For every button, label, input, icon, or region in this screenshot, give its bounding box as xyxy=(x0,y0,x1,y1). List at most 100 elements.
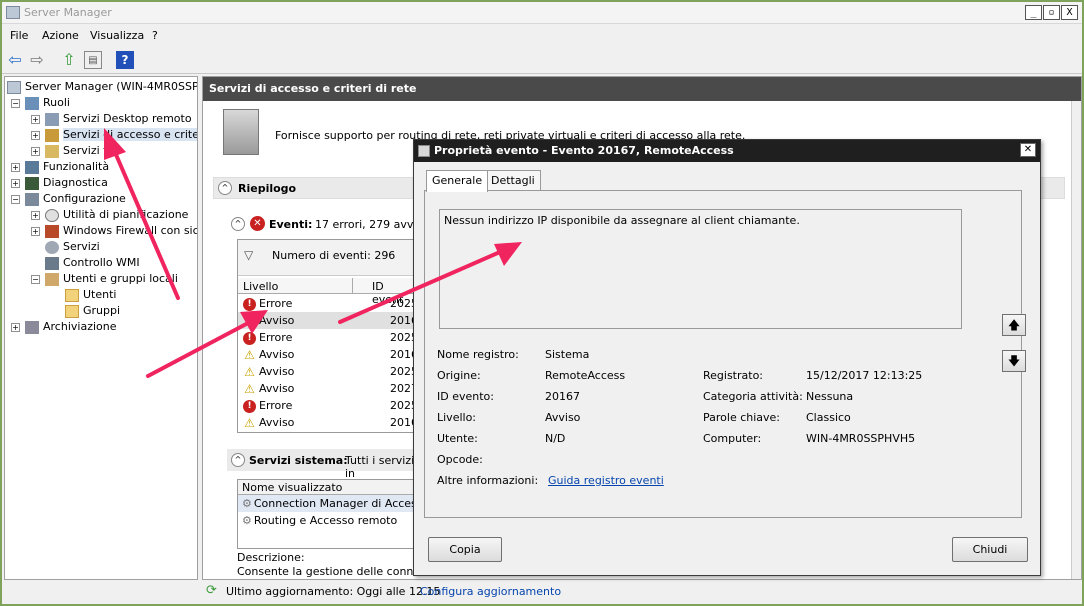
up-folder-icon[interactable]: ⇧ xyxy=(60,51,78,69)
collapse-services-icon[interactable]: ^ xyxy=(231,453,245,467)
tree-item-configurazione[interactable]: − Configurazione xyxy=(11,191,126,207)
tree-item-diagnostica[interactable]: + Diagnostica xyxy=(11,175,108,191)
menu-azione[interactable]: Azione xyxy=(42,29,79,42)
expand-icon[interactable]: + xyxy=(11,162,20,172)
col-livello[interactable]: Livello xyxy=(243,280,278,293)
event-row[interactable]: ⚠ Avviso 2027 xyxy=(238,380,418,397)
help-icon[interactable]: ? xyxy=(116,51,134,69)
tree-item-funzionalita[interactable]: + Funzionalità xyxy=(11,159,109,175)
tree-item-archiviazione[interactable]: + Archiviazione xyxy=(11,319,117,335)
events-title: Eventi: xyxy=(269,218,313,231)
collapse-section-icon[interactable]: ^ xyxy=(218,181,232,195)
dialog-title-bar: Proprietà evento - Evento 20167, RemoteA… xyxy=(414,140,1040,162)
tree-item-servizi[interactable]: Servizi xyxy=(45,239,100,255)
event-row[interactable]: ⚠ Avviso 2016 xyxy=(238,414,418,431)
remote-desktop-icon xyxy=(45,112,59,126)
event-level: Avviso xyxy=(259,365,295,378)
forward-arrow-icon[interactable]: ⇨ xyxy=(28,51,46,69)
service-row[interactable]: ⚙ Routing e Accesso remoto xyxy=(238,512,416,529)
tree-item-desktop-remoto[interactable]: + Servizi Desktop remoto xyxy=(31,111,192,127)
tree-item-utenti-gruppi[interactable]: − Utenti e gruppi locali xyxy=(31,271,178,287)
error-icon: ! xyxy=(243,399,256,413)
field-value: RemoteAccess xyxy=(545,369,626,382)
show-hide-tree-icon[interactable]: ▤ xyxy=(84,51,102,69)
minimize-button[interactable]: _ xyxy=(1025,5,1042,20)
expand-icon[interactable]: + xyxy=(11,178,20,188)
collapse-icon[interactable]: − xyxy=(11,194,20,204)
vertical-scrollbar[interactable] xyxy=(1071,101,1081,579)
previous-event-arrow-icon[interactable]: 🡅 xyxy=(1002,314,1026,336)
field-label: Opcode: xyxy=(437,453,483,466)
field-value: Avviso xyxy=(545,411,581,424)
diagnostics-icon xyxy=(25,176,39,190)
tree-item-servizi-file[interactable]: + Servizi fi xyxy=(31,143,110,159)
summary-title: Riepilogo xyxy=(238,182,297,195)
field-label: Utente: xyxy=(437,432,478,445)
event-row[interactable]: ⚠ Avviso 2016 xyxy=(238,312,418,329)
close-window-button[interactable]: X xyxy=(1061,5,1078,20)
clock-icon xyxy=(45,208,59,222)
tab-dettagli[interactable]: Dettagli xyxy=(485,170,541,191)
services-title: Servizi sistema: xyxy=(249,454,348,467)
window-title: Server Manager xyxy=(24,6,112,19)
event-row[interactable]: ⚠ Avviso 2025 xyxy=(238,363,418,380)
server-manager-icon xyxy=(6,6,20,19)
folder-icon xyxy=(65,304,79,318)
services-list: Nome visualizzato ⚙ Connection Manager di… xyxy=(237,479,429,549)
event-level: Avviso xyxy=(259,348,295,361)
expand-icon[interactable]: + xyxy=(31,210,40,220)
back-arrow-icon[interactable]: ⇦ xyxy=(6,51,24,69)
copy-button[interactable]: Copia xyxy=(428,537,502,562)
menu-file[interactable]: File xyxy=(10,29,28,42)
expand-icon[interactable]: + xyxy=(31,130,40,140)
tab-generale[interactable]: Generale xyxy=(426,170,489,192)
tree-item-ruoli[interactable]: − Ruoli xyxy=(11,95,70,111)
tree-item-server-manager[interactable]: Server Manager (WIN-4MR0SSPHVH xyxy=(7,79,197,95)
roles-icon xyxy=(25,96,39,110)
expand-icon[interactable]: + xyxy=(31,226,40,236)
field-label: Registrato: xyxy=(703,369,764,382)
collapse-icon[interactable]: − xyxy=(31,274,40,284)
field-label: Parole chiave: xyxy=(703,411,781,424)
expand-icon[interactable]: + xyxy=(11,322,20,332)
gear-icon: ⚙ xyxy=(242,497,252,510)
event-message[interactable]: Nessun indirizzo IP disponibile da asseg… xyxy=(439,209,962,329)
event-level: Errore xyxy=(259,331,293,344)
event-row[interactable]: ! Errore 2025 xyxy=(238,329,418,346)
next-event-arrow-icon[interactable]: 🡇 xyxy=(1002,350,1026,372)
tree-item-gruppi[interactable]: Gruppi xyxy=(65,303,120,319)
refresh-icon[interactable]: ⟳ xyxy=(206,583,217,598)
event-row[interactable]: ! Errore 2025 xyxy=(238,295,418,312)
tree-item-utenti[interactable]: Utenti xyxy=(65,287,116,303)
tree-item-accesso-criteri[interactable]: +Servizi di accesso e criteri d xyxy=(31,127,197,143)
general-tab-panel: Nessun indirizzo IP disponibile da asseg… xyxy=(424,190,1022,518)
dialog-close-icon[interactable]: ✕ xyxy=(1020,143,1036,157)
expand-icon[interactable]: + xyxy=(31,114,40,124)
description-label: Descrizione: xyxy=(237,551,305,564)
tree-item-firewall[interactable]: +Windows Firewall con sicure xyxy=(31,223,197,239)
event-properties-dialog: Proprietà evento - Evento 20167, RemoteA… xyxy=(413,139,1041,576)
col-nome-visualizzato[interactable]: Nome visualizzato xyxy=(238,480,416,495)
event-viewer-icon xyxy=(418,145,430,157)
collapse-icon[interactable]: − xyxy=(11,98,20,108)
collapse-events-icon[interactable]: ^ xyxy=(231,217,245,231)
event-row[interactable]: ⚠ Avviso 2016 xyxy=(238,346,418,363)
close-button[interactable]: Chiudi xyxy=(952,537,1028,562)
field-value: N/D xyxy=(545,432,566,445)
pane-header: Servizi di accesso e criteri di rete xyxy=(203,77,1081,101)
service-row[interactable]: ⚙ Connection Manager di Accesso xyxy=(238,495,429,512)
event-row[interactable]: ! Errore 2025 xyxy=(238,397,418,414)
tree-item-pianificazione[interactable]: + Utilità di pianificazione xyxy=(31,207,188,223)
tree-item-wmi[interactable]: Controllo WMI xyxy=(45,255,140,271)
maximize-button[interactable]: ▫ xyxy=(1043,5,1060,20)
event-log-help-link[interactable]: Guida registro eventi xyxy=(548,474,664,487)
field-label: ID evento: xyxy=(437,390,494,403)
menu-visualizza[interactable]: Visualizza xyxy=(90,29,144,42)
filter-icon[interactable]: ▽ xyxy=(244,248,253,262)
event-level: Errore xyxy=(259,297,293,310)
configure-update-link[interactable]: Configura aggiornamento xyxy=(420,585,561,598)
expand-icon[interactable]: + xyxy=(31,146,40,156)
menu-help[interactable]: ? xyxy=(152,29,158,42)
event-level: Avviso xyxy=(259,416,295,429)
events-panel: ▽ Numero di eventi: 296 Livello ID event… xyxy=(237,239,418,433)
